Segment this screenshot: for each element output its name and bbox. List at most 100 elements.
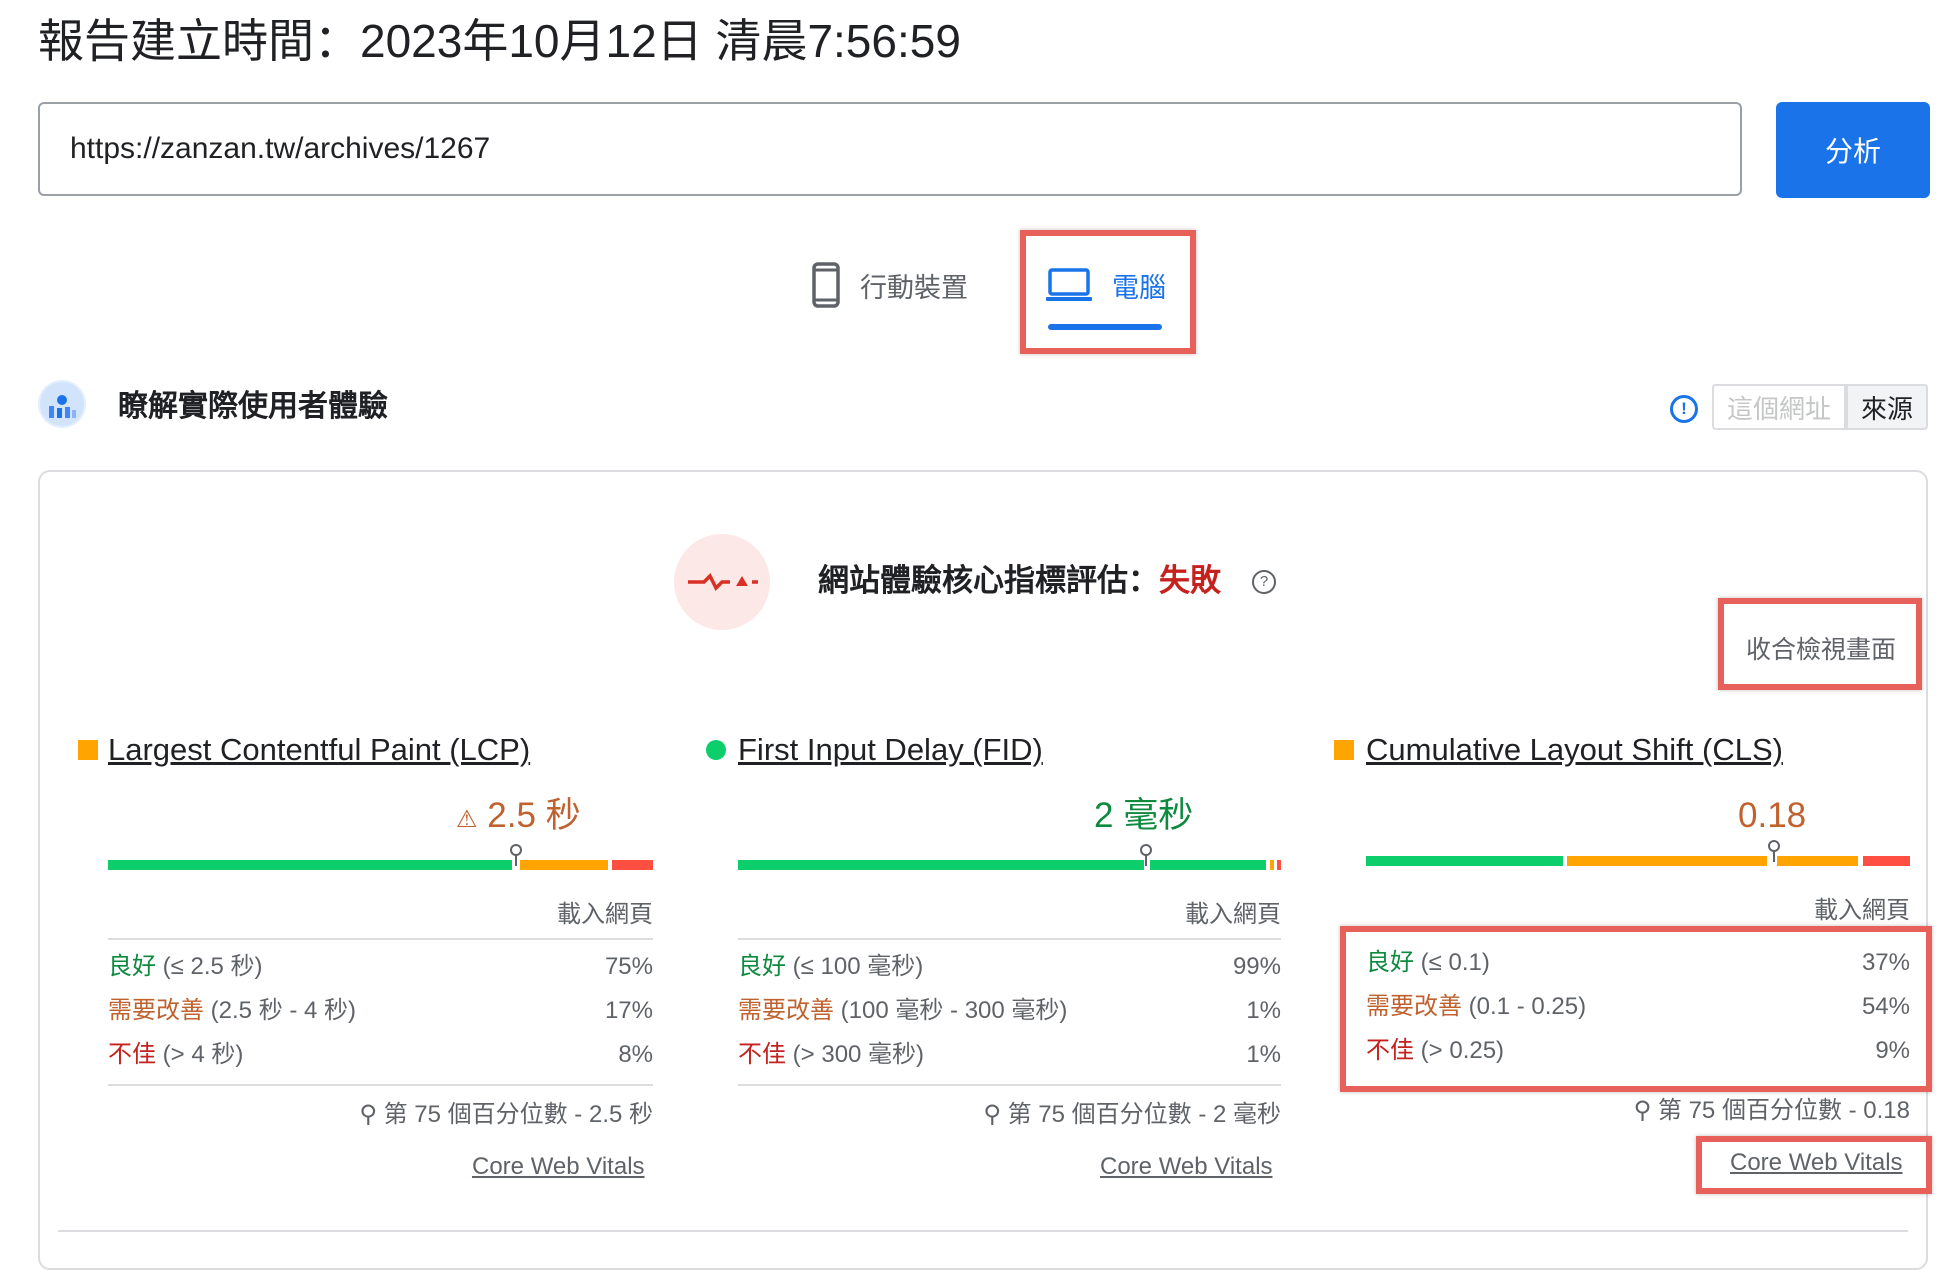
- lcp-cwv-link[interactable]: Core Web Vitals: [472, 1150, 645, 1184]
- cls-bar-good: [1366, 856, 1563, 866]
- tab-desktop[interactable]: 電腦: [1046, 250, 1166, 320]
- lcp-divider-bottom: [108, 1084, 653, 1086]
- analyze-button[interactable]: 分析: [1776, 102, 1930, 198]
- lcp-value-text: 2.5 秒: [487, 796, 581, 835]
- fid-ni-percent: 1%: [1246, 997, 1281, 1024]
- fid-sublabel: 載入網頁: [1185, 901, 1281, 928]
- fid-cwv-link[interactable]: Core Web Vitals: [1100, 1150, 1273, 1184]
- fid-row-good: 良好 (≤ 100 毫秒): [738, 950, 923, 984]
- cls-good-label: 良好: [1366, 949, 1414, 976]
- lcp-value: ⚠ 2.5 秒: [456, 794, 581, 842]
- lcp-bar-poor: [612, 860, 653, 870]
- tab-mobile[interactable]: 行動裝置: [812, 250, 968, 320]
- cls-row-good: 良好 (≤ 0.1): [1366, 946, 1490, 980]
- fid-title-link[interactable]: First Input Delay (FID): [738, 730, 1043, 770]
- fid-percentile-pin-stem: [1145, 854, 1147, 866]
- tab-mobile-label: 行動裝置: [860, 272, 968, 303]
- card-bottom-divider: [58, 1230, 1908, 1232]
- warning-triangle-icon: ⚠: [456, 806, 478, 833]
- cls-poor-label: 不佳: [1366, 1037, 1414, 1064]
- cls-sublabel: 載入網頁: [1814, 897, 1910, 924]
- toggle-origin[interactable]: 來源: [1846, 384, 1928, 430]
- lcp-poor-label: 不佳: [108, 1041, 156, 1068]
- lcp-divider-top: [108, 938, 653, 940]
- assessment-result: 失敗: [1159, 563, 1221, 598]
- cls-ni-label: 需要改善: [1366, 993, 1462, 1020]
- lcp-sublabel: 載入網頁: [557, 901, 653, 928]
- lcp-status-marker: [78, 740, 98, 760]
- fid-divider-bottom: [738, 1084, 1281, 1086]
- lcp-bar-needs-improvement: [520, 860, 608, 870]
- help-icon[interactable]: ?: [1252, 570, 1276, 594]
- cls-cwv-link[interactable]: Core Web Vitals: [1730, 1146, 1903, 1180]
- lcp-row-poor: 不佳 (> 4 秒): [108, 1038, 243, 1072]
- cls-value: 0.18: [1738, 796, 1807, 835]
- fid-bar-good-2: [1150, 860, 1266, 870]
- field-data-icon: [38, 380, 86, 428]
- fid-poor-label: 不佳: [738, 1041, 786, 1068]
- lcp-row-ni: 需要改善 (2.5 秒 - 4 秒): [108, 994, 356, 1028]
- cls-ni-percent: 54%: [1861, 993, 1910, 1020]
- cls-percentile-text: 第 75 個百分位數 - 0.18: [1657, 1097, 1910, 1124]
- laptop-icon: [1046, 268, 1092, 301]
- fid-status-marker: [706, 740, 726, 760]
- cls-status-marker: [1334, 740, 1354, 760]
- lcp-row-good: 良好 (≤ 2.5 秒): [108, 950, 263, 984]
- collapse-view-button[interactable]: 收合檢視畫面: [1746, 630, 1896, 670]
- lcp-poor-percent: 8%: [618, 1041, 653, 1068]
- lcp-bar-good: [108, 860, 512, 870]
- url-input[interactable]: [38, 102, 1742, 196]
- lcp-good-label: 良好: [108, 953, 156, 980]
- fid-percentile: ⚲ 第 75 個百分位數 - 2 毫秒: [960, 1098, 1281, 1132]
- fid-bar-good-1: [738, 860, 1144, 870]
- fid-value: 2 毫秒: [1094, 796, 1194, 835]
- cls-row-ni: 需要改善 (0.1 - 0.25): [1366, 990, 1586, 1024]
- cls-ni-range: (0.1 - 0.25): [1462, 993, 1587, 1020]
- fid-percentile-text: 第 75 個百分位數 - 2 毫秒: [1007, 1101, 1281, 1128]
- report-timestamp: 報告建立時間：2023年10月12日 清晨7:56:59: [38, 15, 961, 67]
- lcp-poor-range: (> 4 秒): [156, 1041, 244, 1068]
- tab-desktop-underline: [1048, 324, 1162, 330]
- cls-row-poor: 不佳 (> 0.25): [1366, 1034, 1504, 1068]
- pin-icon: ⚲: [983, 1101, 1008, 1128]
- cls-bar-needs-improvement-1: [1567, 856, 1767, 866]
- fid-ni-range: (100 毫秒 - 300 毫秒): [834, 997, 1068, 1024]
- assessment-status: 網站體驗核心指標評估：失敗: [818, 558, 1221, 604]
- fid-poor-percent: 1%: [1246, 1041, 1281, 1068]
- cls-bar-needs-improvement-2: [1777, 856, 1858, 866]
- lcp-percentile-pin-stem: [515, 854, 517, 866]
- pin-icon: ⚲: [359, 1101, 384, 1128]
- cls-title-link[interactable]: Cumulative Layout Shift (CLS): [1366, 730, 1783, 770]
- cls-percentile: ⚲ 第 75 個百分位數 - 0.18: [1600, 1094, 1910, 1128]
- cls-poor-range: (> 0.25): [1414, 1037, 1505, 1064]
- toggle-this-url[interactable]: 這個網址: [1712, 384, 1846, 430]
- lcp-percentile: ⚲ 第 75 個百分位數 - 2.5 秒: [340, 1098, 653, 1132]
- info-icon[interactable]: !: [1670, 395, 1698, 423]
- fid-good-label: 良好: [738, 953, 786, 980]
- lcp-ni-percent: 17%: [604, 997, 653, 1024]
- lcp-title-link[interactable]: Largest Contentful Paint (LCP): [108, 730, 530, 770]
- fid-good-range: (≤ 100 毫秒): [786, 953, 924, 980]
- cls-percentile-pin-stem: [1773, 850, 1775, 862]
- lcp-percentile-text: 第 75 個百分位數 - 2.5 秒: [383, 1101, 653, 1128]
- fid-bar-needs-improvement: [1270, 860, 1274, 870]
- fid-bar-poor: [1277, 860, 1281, 870]
- smartphone-icon: [812, 262, 840, 308]
- fid-divider-top: [738, 938, 1281, 940]
- cls-good-range: (≤ 0.1): [1414, 949, 1490, 976]
- cls-good-percent: 37%: [1861, 949, 1910, 976]
- lcp-good-percent: 75%: [604, 953, 653, 980]
- fid-good-percent: 99%: [1232, 953, 1281, 980]
- cls-poor-percent: 9%: [1875, 1037, 1910, 1064]
- cls-bar-poor: [1863, 856, 1910, 866]
- tab-desktop-label: 電腦: [1112, 272, 1166, 303]
- pin-icon: ⚲: [1633, 1097, 1658, 1124]
- failed-assessment-icon: [674, 534, 770, 630]
- section-title: 瞭解實際使用者體驗: [118, 390, 388, 423]
- fid-ni-label: 需要改善: [738, 997, 834, 1024]
- fid-poor-range: (> 300 毫秒): [786, 1041, 925, 1068]
- assessment-label: 網站體驗核心指標評估：: [818, 563, 1159, 598]
- lcp-good-range: (≤ 2.5 秒): [156, 953, 263, 980]
- fid-row-ni: 需要改善 (100 毫秒 - 300 毫秒): [738, 994, 1067, 1028]
- lcp-ni-label: 需要改善: [108, 997, 204, 1024]
